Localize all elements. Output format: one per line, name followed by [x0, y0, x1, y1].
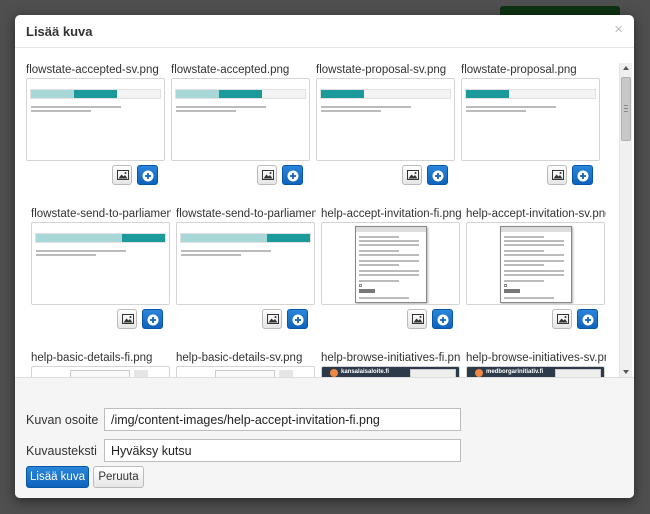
image-icon — [262, 170, 274, 180]
image-filename: help-basic-details-fi.png — [31, 352, 153, 364]
image-filename: flowstate-accepted.png — [171, 64, 290, 76]
scroll-up-arrow-icon[interactable] — [623, 66, 629, 70]
image-filename: flowstate-proposal.png — [461, 64, 577, 76]
image-thumbnail[interactable]: medborgarinitiativ.fi — [466, 366, 605, 377]
image-filename: flowstate-send-to-parliament-sv.png — [31, 208, 171, 220]
image-thumbnail[interactable] — [31, 366, 170, 377]
gallery-item[interactable]: flowstate-accepted-sv.png — [26, 63, 166, 185]
item-actions — [117, 309, 177, 329]
url-label: Kuvan osoite — [26, 413, 99, 427]
image-filename: help-accept-invitation-fi.png — [321, 208, 461, 220]
url-input[interactable] — [104, 408, 461, 431]
scrollbar-thumb[interactable] — [621, 77, 631, 141]
image-filename: help-basic-details-sv.png — [176, 352, 303, 364]
gallery-item[interactable]: help-accept-invitation-sv.png — [466, 207, 606, 329]
image-thumbnail[interactable] — [176, 222, 315, 305]
plus-circle-icon — [432, 170, 444, 182]
item-actions — [547, 165, 607, 185]
image-icon — [557, 314, 569, 324]
item-actions — [257, 165, 317, 185]
image-gallery: flowstate-accepted-sv.png flowstate-accep… — [15, 63, 619, 377]
image-thumbnail[interactable] — [26, 78, 165, 161]
gallery-item[interactable]: flowstate-accepted.png — [171, 63, 311, 185]
plus-circle-icon — [437, 314, 449, 326]
item-actions — [407, 309, 467, 329]
gallery-item[interactable]: help-accept-invitation-fi.png — [321, 207, 461, 329]
image-thumbnail[interactable] — [171, 78, 310, 161]
image-thumbnail[interactable] — [466, 222, 605, 305]
preview-image-button[interactable] — [262, 309, 282, 329]
insert-image-button[interactable] — [287, 309, 308, 329]
insert-image-button[interactable] — [432, 309, 453, 329]
close-icon[interactable]: × — [614, 22, 623, 37]
caption-label: Kuvausteksti — [26, 444, 97, 458]
preview-image-button[interactable] — [112, 165, 132, 185]
add-image-button[interactable]: Lisää kuva — [26, 466, 89, 488]
preview-image-button[interactable] — [552, 309, 572, 329]
image-icon — [117, 170, 129, 180]
caption-input[interactable] — [104, 439, 461, 462]
image-thumbnail[interactable] — [31, 222, 170, 305]
image-filename: help-accept-invitation-sv.png — [466, 208, 606, 220]
item-actions — [262, 309, 322, 329]
image-thumbnail[interactable] — [316, 78, 455, 161]
dialog-header: Lisää kuva × — [15, 15, 634, 48]
dialog-title: Lisää kuva — [26, 24, 93, 39]
plus-circle-icon — [142, 170, 154, 182]
gallery-item[interactable]: help-basic-details-sv.png — [176, 351, 316, 377]
gallery-item[interactable]: flowstate-send-to-parliament.png — [176, 207, 316, 329]
item-actions — [552, 309, 612, 329]
preview-image-button[interactable] — [117, 309, 137, 329]
image-icon — [407, 170, 419, 180]
image-thumbnail[interactable] — [321, 222, 460, 305]
image-thumbnail[interactable] — [176, 366, 315, 377]
preview-image-button[interactable] — [547, 165, 567, 185]
plus-circle-icon — [287, 170, 299, 182]
insert-image-button[interactable] — [137, 165, 158, 185]
insert-image-button[interactable] — [142, 309, 163, 329]
plus-circle-icon — [582, 314, 594, 326]
plus-circle-icon — [577, 170, 589, 182]
image-icon — [267, 314, 279, 324]
image-thumbnail[interactable] — [461, 78, 600, 161]
gallery-item[interactable]: help-basic-details-fi.png — [31, 351, 171, 377]
preview-image-button[interactable] — [257, 165, 277, 185]
preview-image-button[interactable] — [407, 309, 427, 329]
image-filename: flowstate-proposal-sv.png — [316, 64, 447, 76]
gallery-item[interactable]: flowstate-send-to-parliament-sv.png — [31, 207, 171, 329]
preview-image-button[interactable] — [402, 165, 422, 185]
item-actions — [112, 165, 172, 185]
item-actions — [402, 165, 462, 185]
gallery-item[interactable]: help-browse-initiatives-sv.png medborgari… — [466, 351, 606, 377]
plus-circle-icon — [147, 314, 159, 326]
insert-image-button[interactable] — [282, 165, 303, 185]
insert-image-button[interactable] — [427, 165, 448, 185]
image-form: Kuvan osoite Kuvausteksti Lisää kuva Per… — [15, 377, 634, 498]
image-filename: help-browse-initiatives-sv.png — [466, 352, 606, 364]
plus-circle-icon — [292, 314, 304, 326]
insert-image-button[interactable] — [577, 309, 598, 329]
image-filename: flowstate-send-to-parliament.png — [176, 208, 316, 220]
gallery-item[interactable]: flowstate-proposal-sv.png — [316, 63, 456, 185]
image-filename: help-browse-initiatives-fi.png — [321, 352, 461, 364]
image-thumbnail[interactable]: kansalaisaloite.fi — [321, 366, 460, 377]
gallery-item[interactable]: help-browse-initiatives-fi.png kansalaisa… — [321, 351, 461, 377]
image-filename: flowstate-accepted-sv.png — [26, 64, 159, 76]
cancel-button[interactable]: Peruuta — [93, 466, 144, 488]
scroll-down-arrow-icon[interactable] — [623, 370, 629, 374]
image-icon — [412, 314, 424, 324]
add-image-dialog: Lisää kuva × flowstate-accepted-sv.png fl… — [15, 15, 634, 498]
image-icon — [122, 314, 134, 324]
insert-image-button[interactable] — [572, 165, 593, 185]
gallery-scrollbar[interactable] — [619, 63, 632, 377]
image-icon — [552, 170, 564, 180]
gallery-item[interactable]: flowstate-proposal.png — [461, 63, 601, 185]
